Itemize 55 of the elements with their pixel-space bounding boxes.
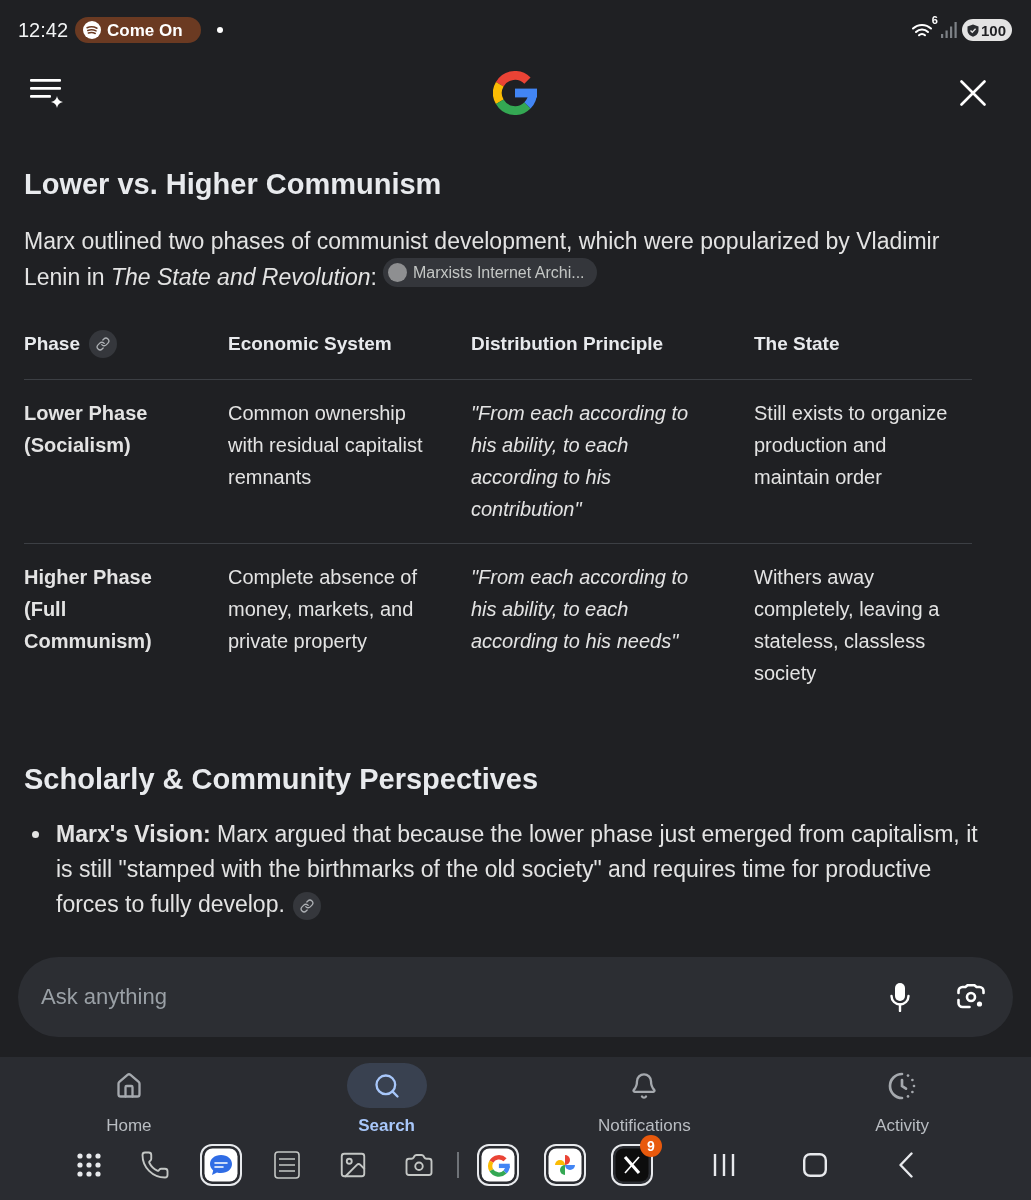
column-header: Economic System [228,332,392,356]
table-cell-text: Lower Phase (Socialism) [24,401,149,458]
link-icon [96,337,110,351]
table-cell-text: Complete absence of money, markets, and private property [228,565,418,654]
home-icon [114,1071,143,1100]
link-icon [299,898,314,913]
citation-button[interactable] [292,891,321,920]
menu-sparkle-icon[interactable] [30,78,63,108]
wifi-generation-label: 6 [931,15,938,26]
column-header: Phase [24,332,80,356]
back-icon[interactable] [899,1152,913,1178]
pinwheel-app-icon[interactable] [544,1144,586,1186]
home-square-icon[interactable] [803,1153,827,1177]
column-header: Distribution Principle [471,332,664,356]
bell-icon [630,1071,659,1100]
media-chip[interactable]: Come On [75,17,201,43]
clock-time: 12:42 [18,20,69,40]
notification-badge: 9 [640,1135,662,1157]
search-icon [372,1071,401,1100]
bullet-icon [32,831,39,838]
section-heading: Lower vs. Higher Communism [24,167,443,202]
clock-icon [888,1071,917,1100]
close-icon[interactable] [960,80,986,106]
chat-bubble-app-icon[interactable] [200,1144,242,1186]
table-cell-text: Still exists to organize production and maintain order [754,401,949,490]
lens-camera-icon[interactable] [957,984,985,1010]
section-heading: Scholarly & Community Perspectives [24,762,540,797]
g-logo-app-icon[interactable] [477,1144,519,1186]
table-cell-text: Common ownership with residual capitalist remnants [228,401,424,490]
shield-icon [966,23,979,37]
intro-text: Marx outlined two phases of communist development, which were popularized by Vladimir Lenin in The State and Revolution: Marxists Internet Archi... [24,227,941,292]
ask-input[interactable]: Ask anything [18,957,1013,1037]
nav-tab[interactable]: Home [0,1057,258,1140]
battery-level-text: 100 [980,22,1006,38]
column-header: The State [754,332,840,356]
phone-app-icon[interactable] [140,1150,170,1180]
nav-tab[interactable]: Search [257,1057,516,1140]
wifi-icon [911,22,932,38]
avatar-placeholder [387,263,407,282]
g-logo-icon [493,71,538,115]
list-app-icon[interactable] [274,1151,300,1179]
app-grid-icon[interactable] [77,1153,101,1177]
signal-bars-icon [940,22,957,38]
nav-tab[interactable]: Activity [773,1057,1031,1140]
citation-button[interactable] [89,330,117,358]
image-app-icon[interactable] [338,1150,368,1180]
recents-icon[interactable] [713,1153,735,1177]
table-cell-text: Withers away completely, leaving a stateless, classless society [754,565,941,686]
source-chip[interactable]: Marxists Internet Archi... [382,258,597,287]
circle-arcs-logo-icon [83,21,102,39]
microphone-icon[interactable] [890,982,910,1012]
table-cell-text: "From each according to his ability, to each according to his needs" [471,565,690,654]
table-cell-text: "From each according to his ability, to each according to his contribution" [471,401,690,522]
bullet-text: Marx's Vision: Marx argued that because the lower phase just emerged from capitalism, it is still "stamped with the birthmarks of the old society" and requires time for productive forces to fully develop. [56,817,988,922]
table-cell-text: Higher Phase (Full Communism) [24,565,153,654]
